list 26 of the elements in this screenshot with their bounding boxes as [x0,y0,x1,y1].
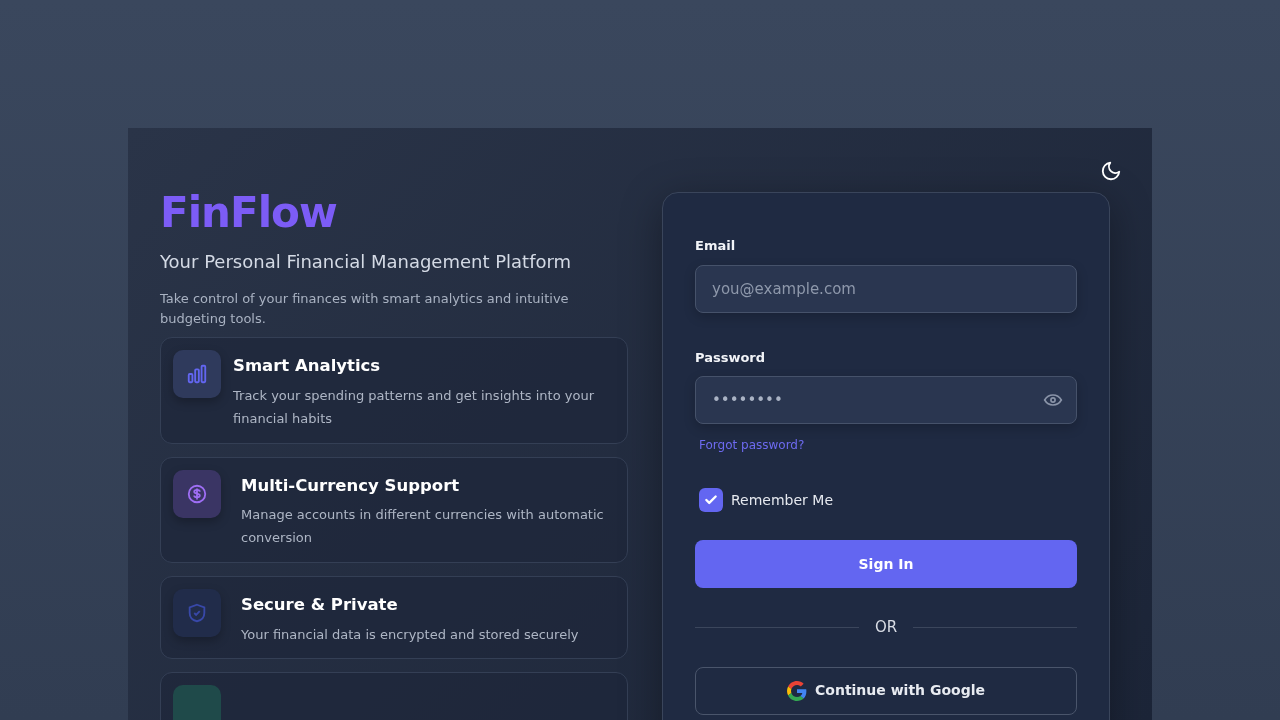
moon-icon[interactable] [1100,159,1122,182]
feature-title: Smart Analytics [233,355,382,378]
feature-description: Manage accounts in different currencies with automatic conversion [241,506,605,548]
feature-title: Secure & Private [241,593,399,616]
email-field[interactable]: you@example.com [695,264,1077,313]
dollar-coin-icon [186,482,208,505]
google-sign-in-button[interactable]: Continue with Google [695,666,1077,715]
icon-tile [173,685,221,720]
field-label: Password [695,348,766,367]
shield-check-icon [186,601,208,624]
feature-description: Track your spending patterns and get insights into your financial habits [233,387,595,428]
field-label: Email [695,237,736,255]
feature-description: Your financial data is encrypted and stored securely [241,625,579,644]
feature-title: Multi-Currency Support [241,474,461,497]
tagline: Your Personal Financial Management Platform [160,250,573,274]
description: Take control of your finances with smart analytics and intuitive budgeting tools. [160,290,570,329]
brand-logo: FinFlow [160,192,338,234]
check-icon [704,493,718,507]
divider-text: OR [873,617,899,638]
remember-label: Remember Me [731,490,833,510]
forgot-password-link[interactable]: Forgot password? [699,438,805,452]
sign-in-button[interactable]: Sign In [695,540,1077,588]
google-icon [787,680,807,701]
remember-checkbox[interactable] [699,488,723,512]
password-field[interactable]: •••••••• [695,376,1077,424]
bar-chart-icon [186,363,208,386]
